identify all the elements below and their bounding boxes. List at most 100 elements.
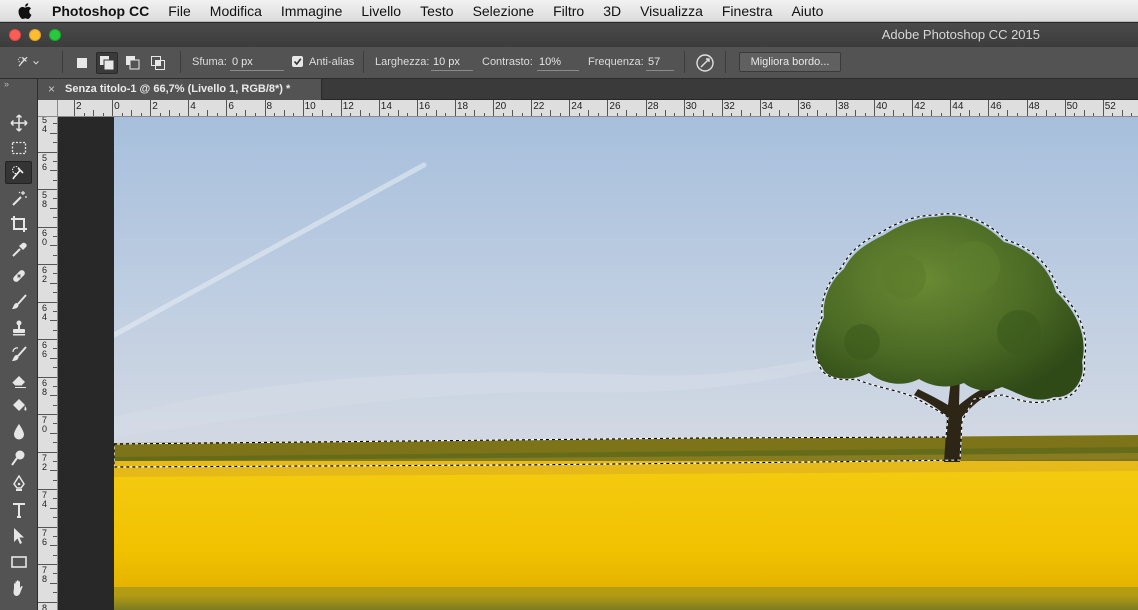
dodge-tool[interactable]: [5, 446, 32, 469]
ruler-minor-tick: [1093, 113, 1095, 116]
ruler-minor-tick: [254, 113, 256, 116]
marquee-tool[interactable]: [5, 136, 32, 159]
contrast-input[interactable]: 10%: [539, 56, 561, 68]
clone-stamp-tool[interactable]: [5, 316, 32, 339]
ruler-minor-tick: [1055, 113, 1057, 116]
frequency-input[interactable]: 57: [648, 56, 660, 68]
ruler-h-label: 8: [266, 101, 273, 112]
checkmark-icon: [293, 58, 302, 66]
ruler-minor-tick: [50, 507, 57, 509]
dodge-tool-icon: [10, 450, 24, 466]
paint-bucket-tool[interactable]: [5, 394, 32, 417]
menu-file[interactable]: File: [168, 3, 191, 19]
menu-modifica[interactable]: Modifica: [210, 3, 262, 19]
ruler-major-tick: [493, 100, 495, 116]
menu-visualizza[interactable]: Visualizza: [640, 3, 703, 19]
anti-alias-checkbox[interactable]: [292, 56, 303, 67]
history-brush-tool[interactable]: [5, 342, 32, 365]
contrast-input-underline: [537, 70, 579, 71]
ruler-v-label: 62: [41, 265, 47, 284]
menu-aiuto[interactable]: Aiuto: [791, 3, 823, 19]
blur-tool[interactable]: [5, 420, 32, 443]
ruler-minor-tick: [740, 110, 742, 116]
ruler-origin[interactable]: [38, 100, 58, 117]
ruler-h-label: 4: [190, 101, 196, 112]
ruler-minor-tick: [578, 113, 580, 116]
brush-tool[interactable]: [5, 290, 32, 313]
ruler-minor-tick: [693, 113, 695, 116]
path-selection-tool[interactable]: [5, 524, 32, 547]
ruler-h-label: 2: [76, 101, 82, 112]
eyedropper-tool[interactable]: [5, 238, 32, 261]
stylus-pressure-button[interactable]: [693, 51, 717, 75]
clone-stamp-icon: [12, 320, 25, 335]
magic-wand-tool[interactable]: [5, 187, 32, 210]
eraser-tool[interactable]: [5, 368, 32, 391]
menu-3d[interactable]: 3D: [603, 3, 621, 19]
ruler-minor-tick: [50, 432, 57, 434]
menu-app-name[interactable]: Photoshop CC: [52, 3, 149, 19]
width-input-underline: [431, 70, 473, 71]
collapse-panel-icon[interactable]: ››: [4, 79, 9, 89]
width-input[interactable]: 10 px: [433, 56, 460, 68]
type-tool[interactable]: [5, 498, 32, 521]
ruler-minor-tick: [426, 113, 428, 116]
ruler-minor-tick: [1007, 110, 1009, 116]
close-window-button[interactable]: [9, 29, 21, 41]
minimize-window-button[interactable]: [29, 29, 41, 41]
document-tab[interactable]: × Senza titolo-1 @ 66,7% (Livello 1, RGB…: [38, 79, 322, 100]
ruler-minor-tick: [788, 113, 790, 116]
ruler-v-label: 74: [41, 490, 47, 509]
tool-preset-picker[interactable]: [16, 51, 40, 75]
ruler-h-label: 46: [990, 101, 1002, 112]
ruler-minor-tick: [131, 110, 133, 116]
document-tab-bar: × Senza titolo-1 @ 66,7% (Livello 1, RGB…: [38, 79, 1138, 100]
ruler-major-tick: [607, 100, 609, 116]
ruler-h-label: 34: [761, 101, 773, 112]
close-document-icon[interactable]: ×: [48, 82, 55, 96]
menu-selezione[interactable]: Selezione: [473, 3, 535, 19]
subtract-from-selection-button[interactable]: [122, 52, 144, 74]
vertical-ruler[interactable]: 54 56 58 60 62 64 66 68 70 72 74 76 78 80: [38, 100, 58, 610]
ruler-minor-tick: [53, 273, 57, 275]
ruler-major-tick: [226, 100, 228, 116]
ruler-major-tick: [836, 100, 837, 116]
move-tool-icon: [9, 113, 28, 132]
ruler-minor-tick: [626, 110, 628, 116]
menu-immagine[interactable]: Immagine: [281, 3, 342, 19]
intersect-selection-button[interactable]: [147, 52, 169, 74]
rectangle-tool[interactable]: [5, 550, 32, 573]
ruler-minor-tick: [197, 113, 199, 116]
document-canvas[interactable]: [114, 117, 1138, 610]
menu-finestra[interactable]: Finestra: [722, 3, 773, 19]
add-to-selection-button[interactable]: [96, 52, 118, 74]
stylus-pressure-icon: [696, 54, 714, 72]
ruler-major-tick: [38, 339, 57, 340]
quick-selection-tool[interactable]: [5, 161, 32, 184]
ruler-minor-tick: [750, 113, 752, 116]
frequency-input-underline: [646, 70, 674, 71]
menu-livello[interactable]: Livello: [361, 3, 401, 19]
zoom-window-button[interactable]: [49, 29, 61, 41]
apple-menu-icon[interactable]: [18, 2, 38, 19]
ruler-major-tick: [1064, 100, 1066, 116]
healing-brush-tool[interactable]: [5, 264, 32, 287]
ruler-major-tick: [416, 100, 418, 116]
ruler-minor-tick: [121, 113, 123, 116]
new-selection-icon: [77, 58, 87, 68]
ruler-major-tick: [112, 100, 114, 116]
pen-tool[interactable]: [5, 472, 32, 495]
ruler-minor-tick: [50, 207, 57, 209]
ruler-minor-tick: [235, 113, 237, 116]
crop-tool[interactable]: [5, 212, 32, 235]
new-selection-button[interactable]: [71, 52, 93, 74]
refine-edge-button[interactable]: Migliora bordo...: [739, 52, 841, 72]
menu-filtro[interactable]: Filtro: [553, 3, 584, 19]
hand-tool[interactable]: [5, 576, 32, 599]
menu-testo[interactable]: Testo: [420, 3, 453, 19]
move-tool[interactable]: [5, 111, 32, 134]
horizontal-ruler[interactable]: 2 0 2 4 6 8 10 12 14 16 18 20 22 24 26 28 30 32 34 36 38 40 42…: [58, 100, 1138, 117]
ruler-minor-tick: [53, 554, 57, 556]
ruler-minor-tick: [321, 110, 323, 116]
feather-input[interactable]: 0 px: [232, 56, 253, 68]
